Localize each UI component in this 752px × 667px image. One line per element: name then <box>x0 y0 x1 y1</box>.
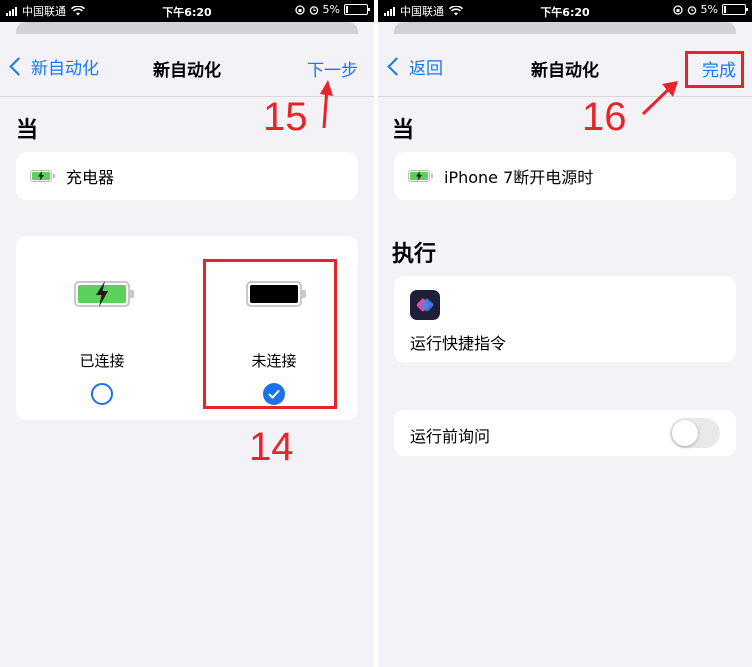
sheet: 返回 新自动化 完成 当 iPhone 7断开电源时 执行 运行快捷指令 运行前… <box>378 40 752 667</box>
annotation-arrow-16 <box>641 81 678 116</box>
charging-battery-icon <box>408 170 433 182</box>
action-label: 运行快捷指令 <box>410 334 507 353</box>
annotation-step-16: 16 <box>582 95 627 139</box>
right-phone-screen: 中国联通 下午6:20 5% 返回 新自动化 完成 当 iPhone 7断开电源… <box>378 0 752 667</box>
trigger-label: 充电器 <box>66 168 115 187</box>
ask-before-running-toggle[interactable] <box>670 418 720 448</box>
radio-connected[interactable] <box>91 383 113 405</box>
annotation-step-14: 14 <box>249 425 294 469</box>
alarm-icon <box>687 5 696 15</box>
option-connected[interactable]: 已连接 <box>22 272 182 405</box>
battery-icon <box>344 4 370 15</box>
do-header: 执行 <box>392 242 437 267</box>
sheet-peek <box>394 22 736 34</box>
alarm-icon <box>309 5 318 15</box>
battery-percent: 5% <box>700 3 718 16</box>
option-label: 已连接 <box>79 352 125 370</box>
lock-rotation-icon <box>672 4 683 15</box>
annotation-box-step-16 <box>685 51 744 88</box>
when-header: 当 <box>16 118 39 143</box>
action-card[interactable]: 运行快捷指令 <box>394 276 736 362</box>
charging-battery-icon <box>74 281 134 307</box>
shortcuts-app-icon <box>410 290 440 320</box>
toggle-knob <box>672 420 698 446</box>
ask-before-running-label: 运行前询问 <box>410 427 491 446</box>
annotation-arrow-15 <box>320 80 333 129</box>
trigger-card[interactable]: iPhone 7断开电源时 <box>394 152 736 200</box>
when-header: 当 <box>392 118 415 143</box>
trigger-card[interactable]: 充电器 <box>16 152 358 200</box>
lock-rotation-icon <box>294 4 305 15</box>
annotation-step-15: 15 <box>263 95 308 139</box>
sheet-peek <box>16 22 358 34</box>
battery-percent: 5% <box>322 3 340 16</box>
status-bar: 中国联通 下午6:20 5% <box>378 0 752 22</box>
trigger-label: iPhone 7断开电源时 <box>444 168 594 187</box>
charging-battery-icon <box>30 170 55 182</box>
ask-before-running-row: 运行前询问 <box>394 410 736 456</box>
annotation-box-step-14 <box>203 259 337 409</box>
battery-icon <box>722 4 748 15</box>
status-bar: 中国联通 下午6:20 5% <box>0 0 374 22</box>
